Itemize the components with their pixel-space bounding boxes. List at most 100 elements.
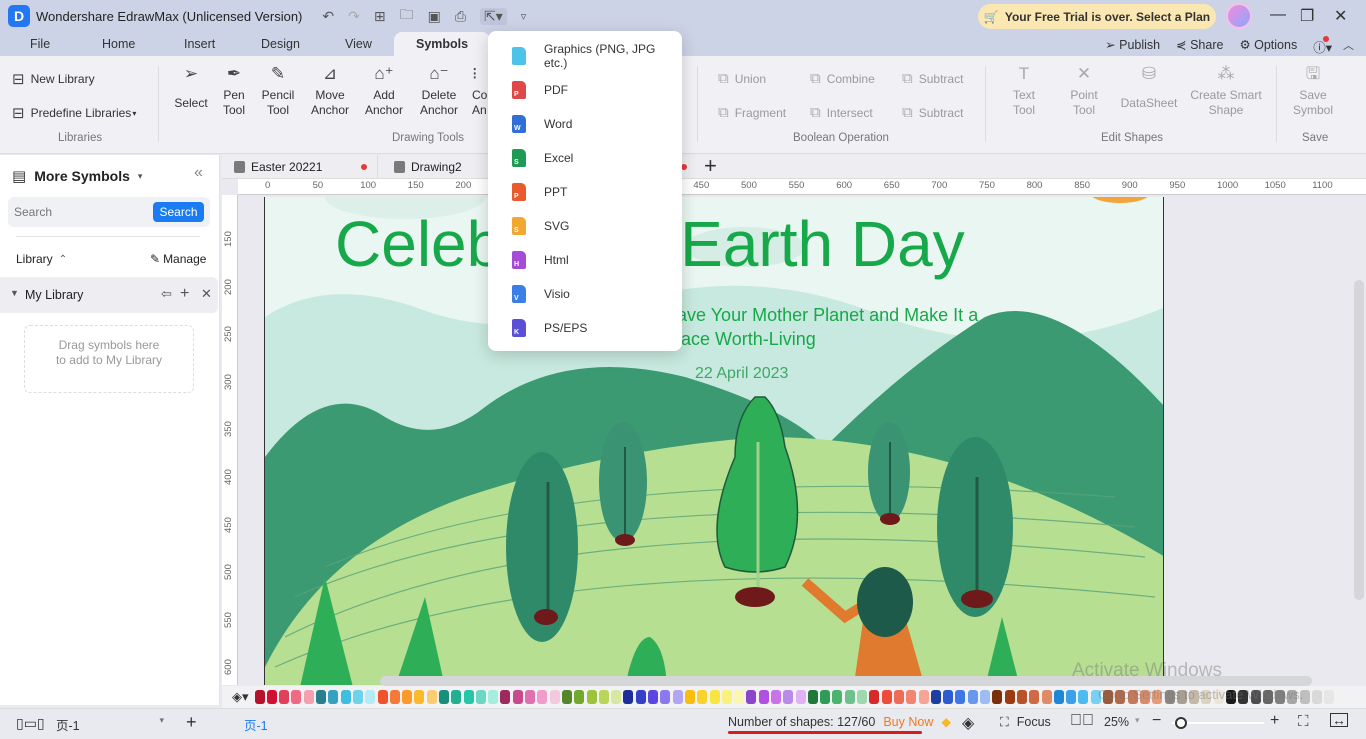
predefine-libraries-button[interactable]: ⊟ Predefine Libraries ▾ bbox=[12, 104, 136, 122]
color-swatch[interactable] bbox=[1312, 690, 1323, 704]
color-swatch[interactable] bbox=[611, 690, 622, 704]
export-option-excel[interactable]: S Excel bbox=[488, 143, 682, 173]
create-smart-shape-button[interactable]: ⁂ Create Smart Shape bbox=[1188, 65, 1264, 118]
color-swatch[interactable] bbox=[992, 690, 1003, 704]
color-swatch[interactable] bbox=[881, 690, 892, 704]
zoom-slider-handle[interactable] bbox=[1175, 717, 1188, 729]
text-tool-button[interactable]: T Text Tool bbox=[1004, 65, 1044, 118]
save-icon[interactable]: ▣ bbox=[428, 8, 441, 25]
delete-anchor-button[interactable]: ⌂⁻ Delete Anchor bbox=[417, 65, 461, 118]
export-option-ps-eps[interactable]: K PS/EPS bbox=[488, 313, 682, 343]
combine-button[interactable]: ⧉ Combine bbox=[810, 70, 875, 87]
options-button[interactable]: ⚙ Options bbox=[1239, 37, 1297, 56]
add-icon[interactable]: + bbox=[180, 285, 189, 303]
color-swatch[interactable] bbox=[426, 690, 437, 704]
color-swatch[interactable] bbox=[389, 690, 400, 704]
color-swatch[interactable] bbox=[660, 690, 671, 704]
export-option-svg[interactable]: S SVG bbox=[488, 211, 682, 241]
export-option-word[interactable]: W Word bbox=[488, 109, 682, 139]
close-icon[interactable]: ✕ bbox=[201, 286, 212, 302]
color-swatch[interactable] bbox=[697, 690, 708, 704]
color-swatch[interactable] bbox=[365, 690, 376, 704]
color-swatch[interactable] bbox=[844, 690, 855, 704]
print-icon[interactable]: ⎙ bbox=[455, 8, 466, 25]
color-swatch[interactable] bbox=[1004, 690, 1015, 704]
color-swatch[interactable] bbox=[623, 690, 634, 704]
export-icon[interactable]: ⇱▾ bbox=[480, 7, 507, 25]
minimize-icon[interactable]: — bbox=[1270, 6, 1286, 24]
color-swatch[interactable] bbox=[1041, 690, 1052, 704]
undo-icon[interactable]: ↶ bbox=[322, 8, 334, 25]
fragment-button[interactable]: ⧉ Fragment bbox=[718, 104, 786, 121]
share-button[interactable]: ⋞ Share bbox=[1176, 37, 1223, 56]
menu-insert[interactable]: Insert bbox=[184, 37, 215, 51]
color-swatch[interactable] bbox=[414, 690, 425, 704]
color-swatch[interactable] bbox=[795, 690, 806, 704]
color-swatch[interactable] bbox=[438, 690, 449, 704]
color-swatch[interactable] bbox=[586, 690, 597, 704]
save-symbol-button[interactable]: 🖫 Save Symbol bbox=[1290, 65, 1336, 118]
color-swatch[interactable] bbox=[635, 690, 646, 704]
play-icon[interactable]: ▶⃝ bbox=[1070, 712, 1094, 730]
color-swatch[interactable] bbox=[488, 690, 499, 704]
add-page-icon[interactable]: + bbox=[186, 712, 197, 733]
help-icon[interactable]: ⓘ▾ bbox=[1313, 36, 1332, 56]
color-swatch[interactable] bbox=[930, 690, 941, 704]
more-symbols-header[interactable]: ▤ More Symbols ▾ bbox=[12, 167, 142, 185]
color-swatch[interactable] bbox=[561, 690, 572, 704]
library-drop-zone[interactable]: Drag symbols here to add to My Library bbox=[24, 325, 194, 393]
color-swatch[interactable] bbox=[967, 690, 978, 704]
open-folder-icon[interactable]: 🗀 bbox=[400, 4, 414, 28]
select-tool-button[interactable]: ➢ Select bbox=[172, 65, 210, 111]
new-tab-plus-icon[interactable]: + bbox=[704, 155, 717, 177]
color-swatch[interactable] bbox=[1336, 690, 1347, 704]
color-swatch[interactable] bbox=[709, 690, 720, 704]
color-swatch[interactable] bbox=[500, 690, 511, 704]
restore-icon[interactable]: ❐ bbox=[1300, 6, 1314, 26]
color-swatch[interactable] bbox=[328, 690, 339, 704]
color-swatch[interactable] bbox=[734, 690, 745, 704]
poster-subtitle[interactable]: Save Your Mother Planet and Make It a Pl… bbox=[665, 303, 978, 351]
manage-button[interactable]: ✎ Manage bbox=[150, 252, 206, 266]
layers-icon[interactable]: ◈ bbox=[962, 713, 974, 733]
menu-symbols[interactable]: Symbols bbox=[394, 32, 491, 56]
color-swatch[interactable] bbox=[869, 690, 880, 704]
export-option-visio[interactable]: V Visio bbox=[488, 279, 682, 309]
color-swatch[interactable] bbox=[291, 690, 302, 704]
subtract-button[interactable]: ⧉ Subtract bbox=[902, 70, 963, 87]
datasheet-button[interactable]: ⛁ DataSheet bbox=[1118, 65, 1180, 111]
page-tab[interactable]: 页-1 bbox=[244, 715, 268, 734]
fill-bucket-icon[interactable]: ◈▾ bbox=[232, 689, 249, 705]
color-swatch[interactable] bbox=[340, 690, 351, 704]
export-option-pdf[interactable]: P PDF bbox=[488, 75, 682, 105]
doc-tab-easter[interactable]: Easter 20221 bbox=[222, 155, 378, 179]
menu-file[interactable]: File bbox=[30, 37, 50, 51]
page-panel-icon[interactable]: ▯▭▯ bbox=[16, 715, 45, 732]
color-swatch[interactable] bbox=[549, 690, 560, 704]
color-swatch[interactable] bbox=[832, 690, 843, 704]
zoom-in-icon[interactable]: + bbox=[1270, 712, 1279, 730]
search-button[interactable]: Search bbox=[153, 202, 204, 222]
menu-home[interactable]: Home bbox=[102, 37, 135, 51]
color-swatch[interactable] bbox=[918, 690, 929, 704]
redo-icon[interactable]: ↷ bbox=[348, 8, 360, 25]
new-icon[interactable]: ⊞ bbox=[374, 8, 386, 25]
color-swatch[interactable] bbox=[574, 690, 585, 704]
color-swatch[interactable] bbox=[820, 690, 831, 704]
user-avatar[interactable] bbox=[1226, 3, 1252, 29]
color-swatch[interactable] bbox=[266, 690, 277, 704]
union-button[interactable]: ⧉ Union bbox=[718, 70, 766, 87]
color-swatch[interactable] bbox=[402, 690, 413, 704]
color-swatch[interactable] bbox=[352, 690, 363, 704]
point-tool-button[interactable]: ✕ Point Tool bbox=[1064, 65, 1104, 118]
import-icon[interactable]: ⇦ bbox=[161, 286, 172, 302]
color-swatch[interactable] bbox=[648, 690, 659, 704]
color-swatch[interactable] bbox=[807, 690, 818, 704]
color-swatch[interactable] bbox=[1016, 690, 1027, 704]
fullscreen-icon[interactable]: ⛶ bbox=[1298, 713, 1309, 730]
color-swatch[interactable] bbox=[463, 690, 474, 704]
color-swatch[interactable] bbox=[279, 690, 290, 704]
export-option-graphics-png-jpg-etc[interactable]: Graphics (PNG, JPG etc.) bbox=[488, 41, 682, 71]
focus-button[interactable]: ⛶ Focus bbox=[1000, 715, 1051, 730]
color-swatch[interactable] bbox=[721, 690, 732, 704]
